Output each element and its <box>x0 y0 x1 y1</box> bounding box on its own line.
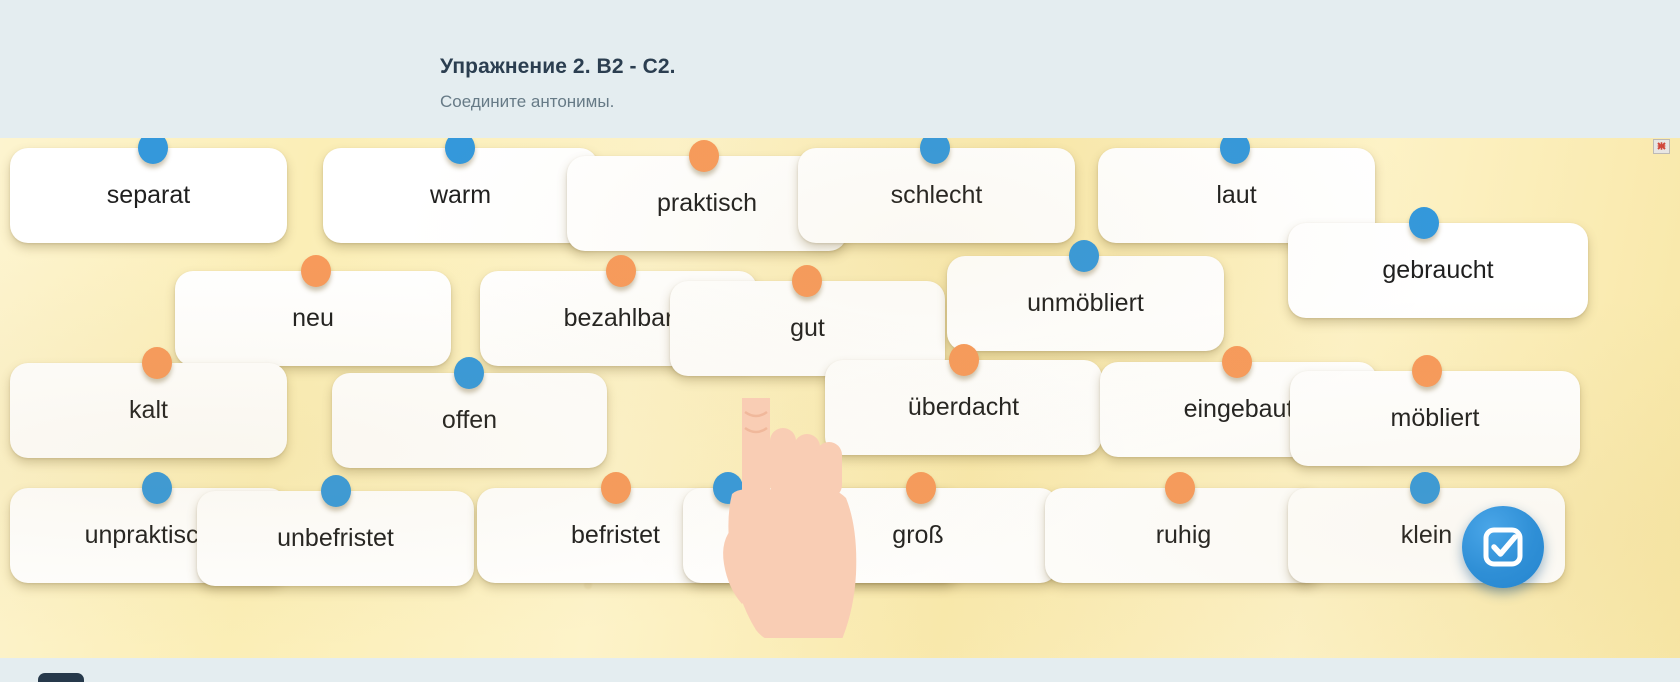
word-card-label: bezahlbar <box>563 304 674 332</box>
connector-dot-blue[interactable] <box>1409 207 1439 239</box>
word-card-label: offen <box>441 406 498 434</box>
word-card-label: gebraucht <box>1382 256 1494 284</box>
word-card-label: unbefristet <box>277 524 394 552</box>
word-card-label: warm <box>429 181 492 209</box>
matching-board: separat warm praktisch schlecht laut gebrauch… <box>0 138 1680 658</box>
word-card-label: möbliert <box>1390 404 1480 432</box>
connector-dot-blue[interactable] <box>1069 240 1099 272</box>
word-card[interactable]: kalt <box>10 363 287 458</box>
connector-dot-blue[interactable] <box>454 357 484 389</box>
broken-image-icon <box>1653 139 1670 154</box>
exercise-page: Упражнение 2. B2 - C2. Соедините антоним… <box>0 0 1680 682</box>
connector-dot-blue[interactable] <box>142 472 172 504</box>
connector-dot-blue[interactable] <box>1410 472 1440 504</box>
word-card-label: groß <box>892 521 944 549</box>
connector-dot-blue[interactable] <box>713 472 743 504</box>
word-card-label: ruhig <box>1155 521 1212 549</box>
word-card-label: neu <box>292 304 334 332</box>
check-answers-button[interactable] <box>1462 506 1544 588</box>
connector-dot-orange[interactable] <box>606 255 636 287</box>
connector-dot-orange[interactable] <box>301 255 331 287</box>
connector-dot-orange[interactable] <box>1222 346 1252 378</box>
connector-dot-orange[interactable] <box>906 472 936 504</box>
word-card-label: separat <box>106 181 191 209</box>
connector-dot-orange[interactable] <box>1412 355 1442 387</box>
exercise-header: Упражнение 2. B2 - C2. Соедините антоним… <box>0 0 1680 138</box>
word-card-label: schlecht <box>890 181 983 209</box>
header-text-block: Упражнение 2. B2 - C2. Соедините антоним… <box>440 54 1340 113</box>
word-card[interactable]: gebraucht <box>1288 223 1588 318</box>
connector-dot-orange[interactable] <box>689 140 719 172</box>
word-card-label: unmöbliert <box>1027 289 1144 317</box>
word-card-label: befristet <box>571 521 660 549</box>
connector-dot-orange[interactable] <box>1165 472 1195 504</box>
word-card-label: unpraktisch <box>84 521 213 549</box>
word-card-label: kalt <box>129 396 168 424</box>
word-card-label: klein <box>1400 521 1453 549</box>
word-card-label: praktisch <box>656 189 758 217</box>
word-card-label: überdacht <box>907 393 1020 421</box>
connector-dot-orange[interactable] <box>792 265 822 297</box>
page-subtitle: Соедините антонимы. <box>440 92 615 111</box>
word-card-label: gut <box>790 314 825 342</box>
connector-dot-blue[interactable] <box>321 475 351 507</box>
bottom-page-strip <box>0 658 1680 682</box>
taskbar-pill[interactable] <box>38 673 84 682</box>
word-card-label: laut <box>1216 181 1257 209</box>
checkbox-check-icon <box>1483 527 1523 567</box>
connector-dot-orange[interactable] <box>601 472 631 504</box>
connector-dot-orange[interactable] <box>142 347 172 379</box>
word-card[interactable]: möbliert <box>1290 371 1580 466</box>
word-card-label: eingebaut <box>1183 395 1294 423</box>
connector-dot-orange[interactable] <box>949 344 979 376</box>
page-title: Упражнение 2. B2 - C2. <box>440 55 676 78</box>
